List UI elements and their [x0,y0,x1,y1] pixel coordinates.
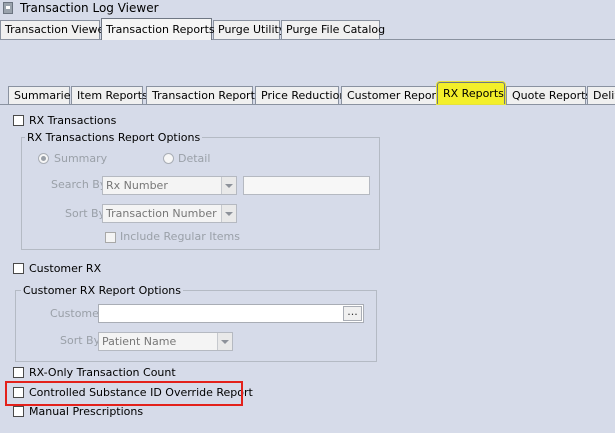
chevron-down-icon [221,177,236,194]
chevron-down-icon [217,333,232,350]
rx-sort-by-dropdown[interactable]: Transaction Number [102,204,237,223]
customer-label: Customer [50,307,104,320]
detail-radio[interactable] [163,153,174,164]
manual-prescriptions-label: Manual Prescriptions [29,405,144,418]
subtab-price-reduction[interactable]: Price Reduction [255,86,346,104]
search-by-value: Rx Number [106,179,168,192]
subtab-strip-line [0,104,615,105]
customer-rx-options-group [15,290,377,362]
customer-rx-checkbox[interactable] [13,263,24,274]
subtab-quote-reports[interactable]: Quote Reports [506,86,591,104]
window-title: Transaction Log Viewer [20,1,159,15]
rx-transactions-label: RX Transactions [29,114,117,127]
sort-by-label: Sort By [65,207,106,220]
title-bar: Transaction Log Viewer [0,0,615,18]
customer-input[interactable]: ... [98,304,364,323]
search-value-input[interactable] [243,176,370,195]
search-by-dropdown[interactable]: Rx Number [102,176,237,195]
summary-radio[interactable] [38,153,49,164]
rx-only-transaction-count-label: RX-Only Transaction Count [29,366,176,379]
customer-sort-by-label: Sort By [60,334,101,347]
customer-rx-label: Customer RX [29,262,102,275]
summary-label: Summary [54,152,108,165]
tab-transaction-reports[interactable]: Transaction Reports [101,18,215,40]
subtab-summaries[interactable]: Summaries [8,86,76,104]
customer-sort-by-value: Patient Name [102,335,177,348]
include-regular-items-label: Include Regular Items [120,230,240,243]
subtab-delivery[interactable]: Deliv [587,86,615,104]
controlled-substance-highlight [5,381,243,406]
subtab-customer-reports[interactable]: Customer Reports [341,86,446,104]
rx-transactions-checkbox[interactable] [13,115,24,126]
subtab-transaction-reports[interactable]: Transaction Reports [146,86,261,104]
search-by-label: Search By [51,178,107,191]
tab-transaction-viewer[interactable]: Transaction Viewer [0,20,109,39]
app-icon [3,2,13,14]
subtab-item-reports[interactable]: Item Reports [71,86,148,104]
rx-sort-by-value: Transaction Number [106,207,217,220]
top-tab-strip-line [0,39,615,40]
detail-label: Detail [178,152,211,165]
tab-purge-file-catalog[interactable]: Purge File Catalog [281,20,385,39]
rx-transactions-options-title: RX Transactions Report Options [25,131,203,144]
rx-only-transaction-count-checkbox[interactable] [13,367,24,378]
customer-sort-by-dropdown[interactable]: Patient Name [98,332,233,351]
chevron-down-icon [221,205,236,222]
tab-purge-utility[interactable]: Purge Utility [213,20,285,39]
customer-rx-options-title: Customer RX Report Options [21,284,184,297]
manual-prescriptions-checkbox[interactable] [13,406,24,417]
include-regular-items-checkbox[interactable] [105,232,116,243]
subtab-rx-reports[interactable]: RX Reports [437,82,505,104]
customer-lookup-button[interactable]: ... [343,306,362,321]
